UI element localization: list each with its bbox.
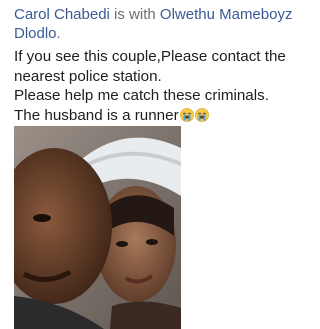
crying-face-icon xyxy=(179,107,194,122)
couple-selfie-image xyxy=(14,126,181,329)
crying-face-icon xyxy=(194,107,209,122)
post-header: Carol Chabedi is with Olwethu Mameboyz D… xyxy=(14,5,314,43)
body-line: The husband is a runner xyxy=(14,106,179,124)
body-line: Please help me catch these criminals. xyxy=(14,87,269,104)
author-name-link[interactable]: Carol Chabedi xyxy=(14,6,110,23)
body-line-with-emoji: The husband is a runner xyxy=(14,106,318,126)
tagged-suffix: . xyxy=(56,25,61,42)
body-line: If you see this couple,Please contact th… xyxy=(14,48,286,65)
post-photo[interactable] xyxy=(14,126,181,329)
with-text: is with xyxy=(109,6,160,23)
body-line: nearest police station. xyxy=(14,67,162,85)
facebook-post: Carol Chabedi is with Olwethu Mameboyz D… xyxy=(0,0,320,329)
post-body: If you see this couple,Please contact th… xyxy=(14,47,318,125)
